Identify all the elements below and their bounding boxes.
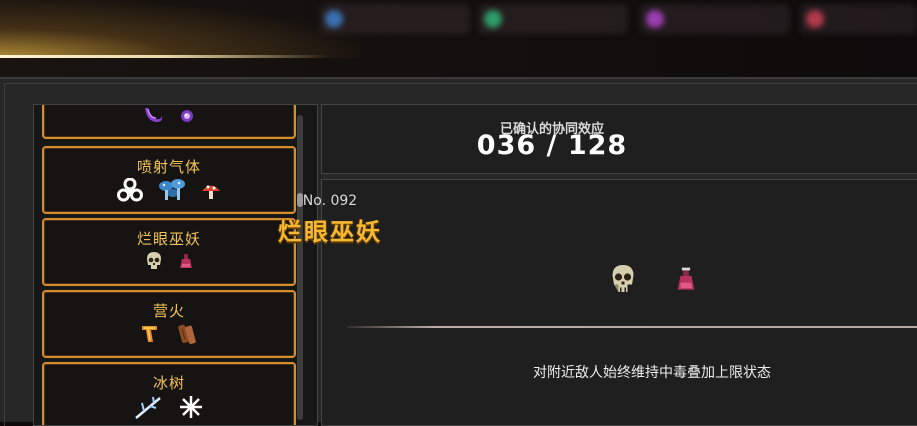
top-highlight-line	[0, 55, 330, 58]
synergy-counter-panel: 已确认的协同效应 036 / 128	[321, 104, 917, 174]
rotten-skull-icon	[608, 262, 638, 302]
synergy-card-title: 营火	[152, 302, 185, 320]
top-glow	[0, 0, 360, 58]
counter-value: 036 / 128	[476, 130, 628, 161]
synergy-name: 烂眼巫妖	[278, 218, 382, 246]
purple-tentacle-icon	[143, 106, 165, 130]
poison-flask-icon	[178, 252, 194, 274]
fire-boomerang-icon	[140, 323, 162, 349]
synergy-description: 对附近敌人始终维持中毒叠加上限状态	[533, 365, 771, 381]
synergy-card-title: 喷射气体	[136, 158, 201, 176]
rotten-skull-icon	[144, 250, 164, 276]
blurred-icon	[646, 10, 664, 28]
blurred-icon	[806, 10, 824, 28]
detail-divider	[347, 326, 917, 328]
synergy-number: No. 092	[302, 193, 358, 209]
poison-flask-icon	[675, 267, 697, 297]
firewood-icon	[176, 322, 198, 350]
synergy-card[interactable]: 营火	[42, 290, 296, 358]
synergy-card[interactable]	[42, 105, 296, 139]
selected-synergy-icons	[604, 262, 701, 302]
purple-orb-icon	[179, 108, 195, 128]
blurred-icon	[484, 10, 502, 28]
blurred-icon	[325, 10, 343, 28]
